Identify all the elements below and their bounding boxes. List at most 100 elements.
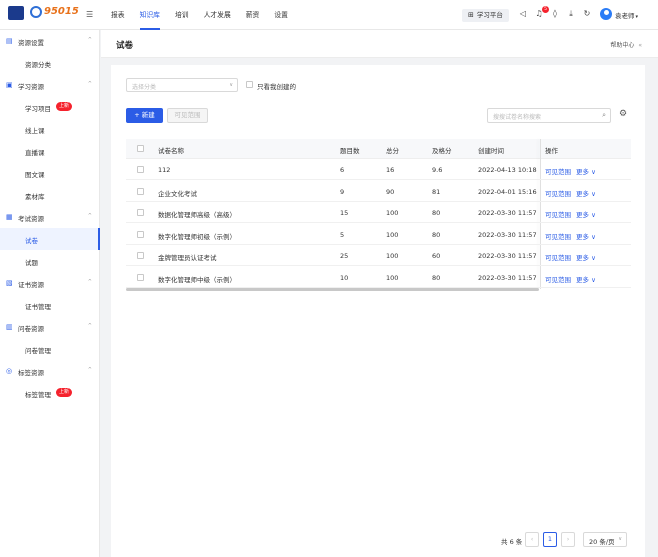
logo[interactable]: 95015 xyxy=(8,4,79,26)
horizontal-scrollbar[interactable] xyxy=(126,288,539,291)
visibility-scope-link[interactable]: 可见范围 xyxy=(545,252,571,262)
select-all-checkbox[interactable] xyxy=(137,145,144,152)
nav-item[interactable]: 报表 xyxy=(111,0,125,30)
total-score: 100 xyxy=(386,209,399,217)
row-checkbox[interactable] xyxy=(137,230,144,238)
new-button[interactable]: + 新建 xyxy=(126,108,163,123)
question-count: 10 xyxy=(340,273,349,282)
sidebar-item-label: 试题 xyxy=(25,259,38,267)
chevron-down-icon: ∨ xyxy=(589,254,596,262)
sidebar-item[interactable]: 试卷 xyxy=(0,228,100,250)
gear-icon[interactable]: ⚙ xyxy=(619,109,627,119)
created-time: 2022-03-30 11:57 xyxy=(478,273,537,282)
sidebar-item[interactable]: 线上课 xyxy=(0,118,100,140)
more-actions-link[interactable]: 更多 ∨ xyxy=(576,166,596,176)
total-count: 共 6 条 xyxy=(501,538,523,546)
question-count: 6 xyxy=(340,166,345,174)
visibility-scope-link[interactable]: 可见范围 xyxy=(545,188,571,198)
nav-item[interactable]: 薪资 xyxy=(246,0,260,30)
row-checkbox[interactable] xyxy=(137,187,144,195)
sidebar-item-label: 资源分类 xyxy=(25,61,51,69)
sidebar-item[interactable]: 直播课 xyxy=(0,140,100,162)
user-menu[interactable]: 袁老师▾ xyxy=(615,10,638,20)
sidebar-group[interactable]: ◎ 标签资源 ^ xyxy=(0,360,100,382)
visibility-scope-link[interactable]: 可见范围 xyxy=(545,166,571,176)
table-row: 数字化管理师初级（示例） 5 100 80 2022-03-30 11:57 可见范围 更多… xyxy=(126,224,631,245)
exam-name[interactable]: 金牌管理员认证考试 xyxy=(158,252,217,262)
more-actions-link[interactable]: 更多 ∨ xyxy=(576,209,596,219)
only-mine-checkbox[interactable] xyxy=(246,81,253,88)
chevron-down-icon: ∨ xyxy=(589,232,596,241)
sidebar-item[interactable]: 素材库 xyxy=(0,184,100,206)
sidebar-item[interactable]: 学习项目 上新 xyxy=(0,96,100,118)
sidebar-item[interactable]: 资源分类 xyxy=(0,52,100,74)
sidebar-item[interactable]: 标签管理 上新 xyxy=(0,382,100,404)
page-title: 试卷 xyxy=(116,41,134,51)
nav-item[interactable]: 知识库 xyxy=(139,0,161,30)
sidebar: ▤ 资源设置 ^ 资源分类 ▣ 学习资源 ^ 学习项目 上新 线上课 直播课 图文课 素材库 ▦ 考试资源 ^… xyxy=(0,30,100,557)
sidebar-item[interactable]: 证书管理 xyxy=(0,294,100,316)
visibility-scope-link[interactable]: 可见范围 xyxy=(545,274,571,284)
refresh-icon[interactable]: ↻ xyxy=(582,9,592,19)
row-checkbox[interactable] xyxy=(137,273,144,281)
learning-platform-label: 学习平台 xyxy=(476,11,503,19)
sidebar-item-label: 学习项目 xyxy=(25,105,51,113)
group-icon: ▦ xyxy=(6,213,13,221)
row-checkbox[interactable] xyxy=(137,166,144,173)
category-select[interactable]: 选择分类 ∨ xyxy=(126,78,238,92)
avatar[interactable] xyxy=(600,8,612,20)
prev-page-button[interactable]: ‹ xyxy=(525,532,539,547)
table-header: 试卷名称 题目数 总分 及格分 创建时间 操作 xyxy=(126,139,631,159)
location-icon[interactable]: ◊ xyxy=(550,9,560,19)
nav-item[interactable]: 培训 xyxy=(175,0,189,30)
nav-item[interactable]: 设置 xyxy=(274,0,288,30)
more-actions-link[interactable]: 更多 ∨ xyxy=(576,252,596,262)
content-card: 选择分类 ∨ 只看我创建的 + 新建 可见范围 搜搜试卷名称搜索 ⌕ ⚙ 试卷名… xyxy=(111,65,645,557)
row-checkbox[interactable] xyxy=(137,252,144,259)
more-label: 更多 xyxy=(576,168,589,176)
nav-item[interactable]: 人才发展 xyxy=(204,0,231,30)
download-icon[interactable]: ⤓ xyxy=(566,9,576,19)
total-score: 90 xyxy=(386,187,395,196)
visibility-scope-button[interactable]: 可见范围 xyxy=(167,108,208,123)
pass-score: 80 xyxy=(432,273,441,282)
column-created: 创建时间 xyxy=(478,147,504,155)
sidebar-group[interactable]: ▦ 考试资源 ^ xyxy=(0,206,100,228)
sidebar-item[interactable]: 图文课 xyxy=(0,162,100,184)
sidebar-group[interactable]: ▤ 资源设置 ^ xyxy=(0,30,100,52)
column-total: 总分 xyxy=(386,147,399,155)
sidebar-group[interactable]: ▥ 问卷资源 ^ xyxy=(0,316,100,338)
exam-name[interactable]: 企业文化考试 xyxy=(158,188,197,198)
visibility-scope-link[interactable]: 可见范围 xyxy=(545,231,571,241)
message-icon[interactable]: ◁ xyxy=(518,9,528,19)
menu-toggle-icon[interactable]: ☰ xyxy=(86,10,93,19)
exam-name[interactable]: 数字化管理师初级（示例） xyxy=(158,231,236,241)
sidebar-item-label: 标签管理 xyxy=(25,391,51,399)
sidebar-item[interactable]: 问卷管理 xyxy=(0,338,100,360)
exam-name[interactable]: 112 xyxy=(158,166,170,174)
more-actions-link[interactable]: 更多 ∨ xyxy=(576,274,596,284)
created-time: 2022-03-30 11:57 xyxy=(478,209,537,217)
learning-platform-button[interactable]: ⊞ 学习平台 xyxy=(462,9,509,22)
exam-name[interactable]: 数据化管理师高级（高级） xyxy=(158,209,236,219)
search-input[interactable]: 搜搜试卷名称搜索 ⌕ xyxy=(487,108,611,123)
page-number[interactable]: 1 xyxy=(543,532,557,547)
page-size-select[interactable]: 20 条/页 ∨ xyxy=(583,532,627,547)
sidebar-item[interactable]: 试题 xyxy=(0,250,100,272)
more-label: 更多 xyxy=(576,254,589,262)
sidebar-group[interactable]: ▧ 证书资源 ^ xyxy=(0,272,100,294)
row-checkbox[interactable] xyxy=(137,209,144,216)
search-icon[interactable]: ⌕ xyxy=(602,111,606,120)
table-row: 数字化管理师中级（示例） 10 100 80 2022-03-30 11:57 可见范围更… xyxy=(126,267,631,288)
exam-name[interactable]: 数字化管理师中级（示例） xyxy=(158,274,236,284)
sidebar-group-label: 学习资源 xyxy=(18,83,44,91)
next-page-button[interactable]: › xyxy=(561,532,575,547)
sidebar-group[interactable]: ▣ 学习资源 ^ xyxy=(0,74,100,96)
help-center-link[interactable]: 帮助中心 « xyxy=(610,40,642,49)
chevron-up-icon: ^ xyxy=(87,81,92,87)
chevron-up-icon: ^ xyxy=(87,37,92,43)
table-row: 金牌管理员认证考试 25 100 60 2022-03-30 11:57 可见范围 更多 ∨ xyxy=(126,245,631,266)
more-actions-link[interactable]: 更多 ∨ xyxy=(576,188,596,198)
more-actions-link[interactable]: 更多 ∨ xyxy=(576,231,596,241)
visibility-scope-link[interactable]: 可见范围 xyxy=(545,209,571,219)
